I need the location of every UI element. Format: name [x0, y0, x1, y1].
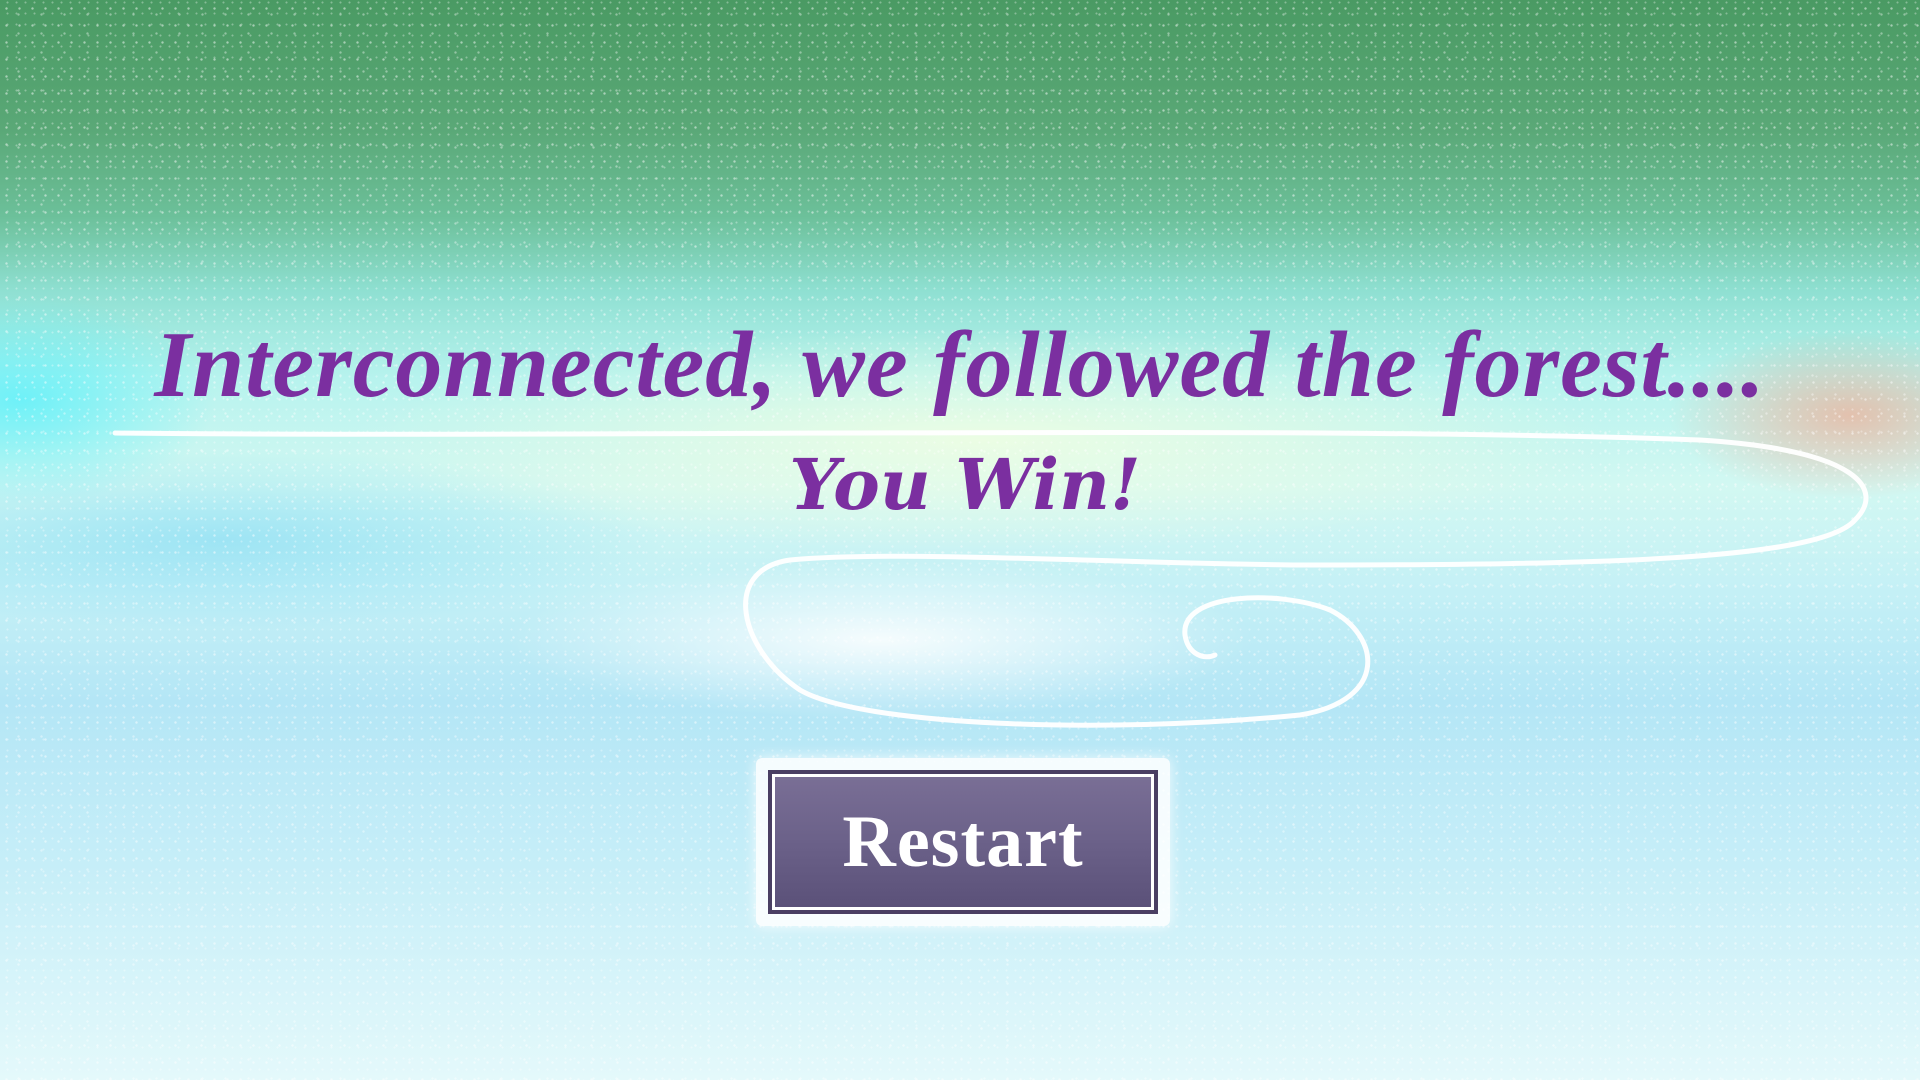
- ending-headline: Interconnected, we followed the forest..…: [154, 313, 1766, 417]
- restart-button-face[interactable]: Restart: [768, 770, 1158, 914]
- win-message: You Win!: [789, 443, 1141, 526]
- background-scene: Interconnected, we followed the forest..…: [0, 0, 1920, 1080]
- restart-button[interactable]: Restart: [756, 758, 1170, 926]
- restart-button-label: Restart: [842, 800, 1084, 883]
